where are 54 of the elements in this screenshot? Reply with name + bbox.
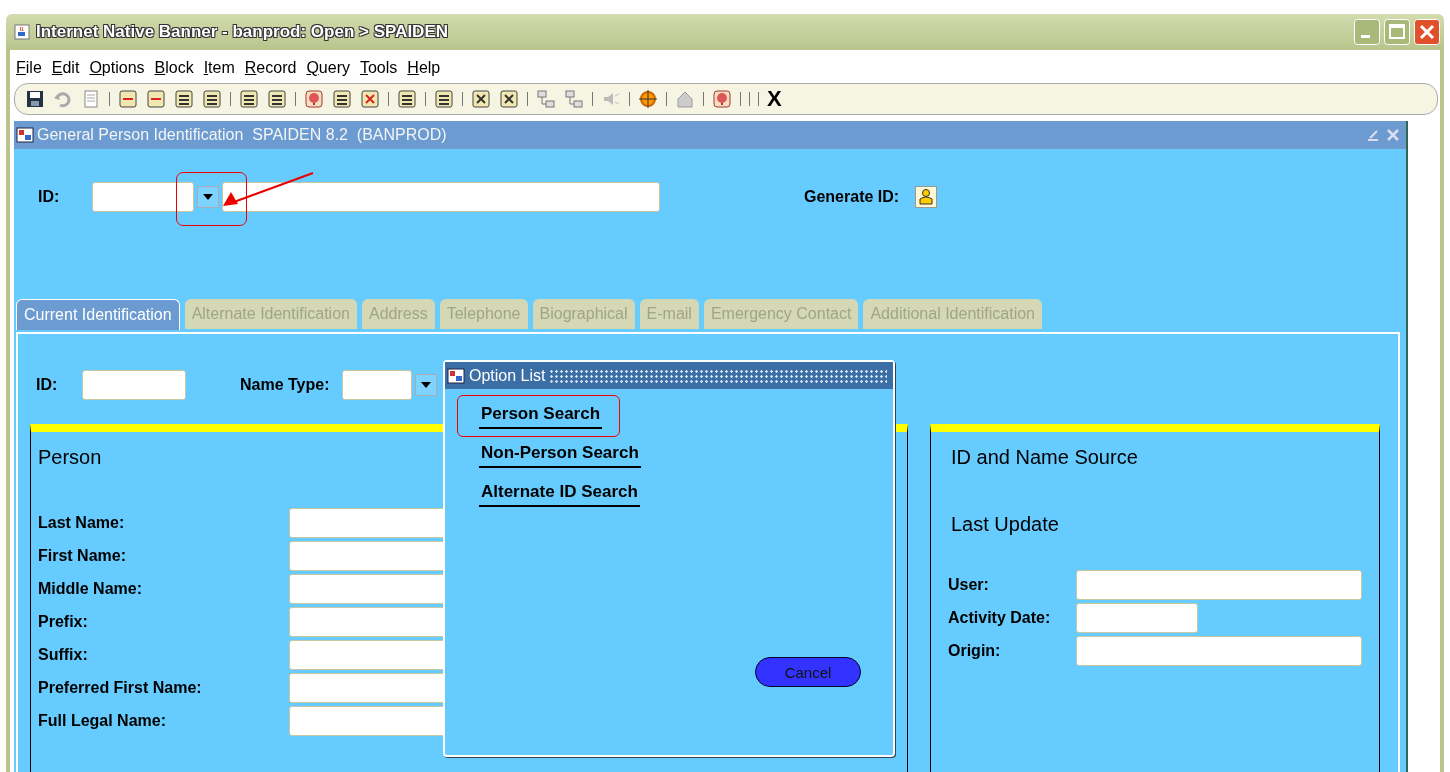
block-heading: Last Update	[951, 513, 1059, 536]
exit-button[interactable]: X	[767, 86, 782, 112]
input-field[interactable]	[1076, 570, 1362, 600]
field-label: Origin:	[948, 642, 1002, 660]
field-label: Preferred First Name:	[38, 679, 203, 697]
input-field[interactable]	[341, 370, 412, 400]
input-field[interactable]	[92, 182, 194, 212]
block-heading: ID and Name Source	[951, 446, 1138, 469]
input-field[interactable]	[1076, 636, 1362, 666]
input-field[interactable]	[1076, 603, 1198, 633]
menu-item[interactable]: Item	[203, 59, 235, 77]
dropdown-button[interactable]	[197, 186, 219, 208]
menu-item[interactable]: Record	[244, 59, 297, 77]
input-field[interactable]	[222, 182, 660, 212]
option-link[interactable]: Non-Person Search	[479, 442, 641, 468]
menu-item[interactable]: Edit	[51, 59, 80, 77]
cancel-icon[interactable]	[360, 89, 380, 109]
tree-icon[interactable]	[536, 89, 556, 109]
grip-pattern[interactable]	[549, 368, 887, 383]
field-label: ID:	[36, 376, 59, 394]
field-label: Middle Name:	[38, 580, 143, 598]
menu-item[interactable]: Help	[407, 59, 441, 77]
option-link[interactable]: Alternate ID Search	[479, 481, 640, 507]
field-label: Suffix:	[38, 646, 89, 664]
save-icon[interactable]	[25, 89, 45, 109]
field-label: Activity Date:	[948, 609, 1052, 627]
field-label: Generate ID:	[804, 188, 900, 206]
caret-icon	[203, 194, 213, 200]
menu-item[interactable]: Query	[306, 59, 350, 77]
form-icon	[447, 366, 465, 385]
caret-icon	[420, 382, 431, 388]
menu-item[interactable]: Options	[89, 59, 145, 77]
input-field[interactable]	[82, 370, 186, 400]
field-label: ID:	[38, 188, 61, 206]
form-title: General Person Identification SPAIDEN 8.2 (BANPROD)	[37, 126, 448, 144]
menu-item[interactable]: Tools	[359, 59, 398, 77]
crosshair-icon[interactable]	[638, 89, 658, 109]
option-link[interactable]: Person Search	[479, 403, 603, 429]
home-icon[interactable]	[675, 89, 695, 109]
field-label: First Name:	[38, 547, 128, 565]
dialog-title: Option List	[469, 366, 546, 385]
menu-item[interactable]: File	[16, 59, 42, 77]
menu-item[interactable]: Block	[154, 59, 194, 77]
window-title: Internet Native Banner - banprod: Open > SPAIDEN	[36, 22, 449, 42]
dropdown-button[interactable]	[414, 374, 437, 396]
field-label: Prefix:	[38, 613, 89, 631]
block-heading: Person	[38, 446, 102, 469]
field-label: Full Legal Name:	[38, 712, 168, 730]
field-label: User:	[948, 576, 990, 594]
form-icon	[16, 126, 34, 144]
field-label: Last Name:	[38, 514, 126, 532]
field-label: Name Type:	[240, 376, 330, 394]
person-icon[interactable]	[915, 186, 938, 208]
tree-icon[interactable]	[564, 89, 584, 109]
